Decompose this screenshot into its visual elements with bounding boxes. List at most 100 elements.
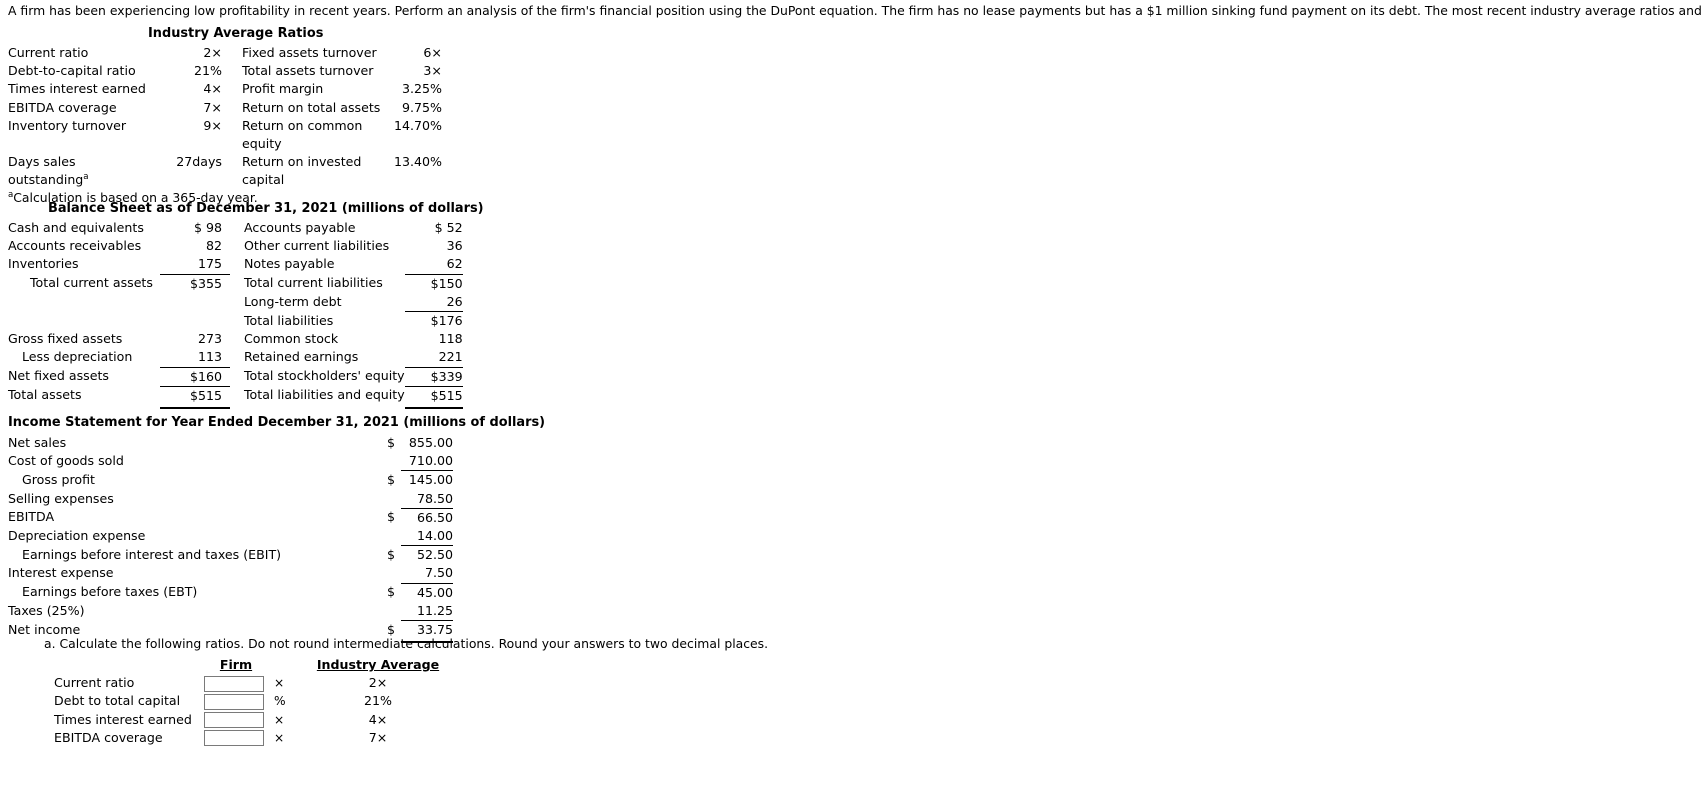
table-row: Inventories 175 Notes payable 62 xyxy=(8,255,463,275)
bs-label: Total stockholders' equity xyxy=(244,368,405,384)
is-label: Earnings before interest and taxes (EBIT… xyxy=(22,546,282,562)
ratio-label: Times interest earned xyxy=(8,81,146,97)
table-row: Net sales $ 855.00 xyxy=(8,434,453,452)
bs-value: 82 xyxy=(205,238,222,254)
is-currency xyxy=(387,490,401,509)
table-row: Depreciation expense 14.00 xyxy=(8,527,453,547)
unit-label: × xyxy=(274,676,285,691)
ratio-label: Fixed assets turnover xyxy=(242,45,377,60)
ratio-value: 3.25% xyxy=(401,81,442,97)
industry-average-value: 7× xyxy=(368,729,388,745)
answer-input-cell xyxy=(204,674,268,692)
bs-label: Notes payable xyxy=(244,256,335,272)
table-row: EBITDA coverage × 7× xyxy=(44,729,448,747)
ratio-label xyxy=(8,135,176,153)
table-row: Current ratio × 2× xyxy=(44,674,448,692)
unit-label: % xyxy=(274,694,286,709)
industry-average-value: 2× xyxy=(368,675,388,691)
bs-value: $ 52 xyxy=(434,220,463,235)
bs-value: $150 xyxy=(430,275,463,291)
industry-average-ratios-section: Industry Average Ratios Current ratio 2×… xyxy=(8,26,442,205)
column-header-firm: Firm xyxy=(219,657,253,672)
industry-average-value: 4× xyxy=(368,711,388,727)
bs-value: $339 xyxy=(404,367,463,387)
spacer-cell xyxy=(44,656,204,674)
is-currency xyxy=(387,564,401,583)
ratio-label: Return on total assets xyxy=(242,99,381,115)
part-a-answer-table: Firm Industry Average Current ratio × 2×… xyxy=(44,656,448,747)
table-row: Taxes (25%) 11.25 xyxy=(8,601,453,622)
bs-label: Inventories xyxy=(8,256,79,272)
is-value: 11.25 xyxy=(401,601,453,622)
table-row: Less depreciation 113 Retained earnings … xyxy=(8,348,463,368)
income-statement-section: Income Statement for Year Ended December… xyxy=(8,415,545,643)
table-row: Gross fixed assets 273 Common stock 118 xyxy=(8,330,463,348)
ratio-value: 27days xyxy=(176,154,222,170)
bs-label: Retained earnings xyxy=(244,349,359,365)
bs-label: Common stock xyxy=(244,331,339,347)
table-row: Cost of goods sold 710.00 xyxy=(8,452,453,472)
is-value: 45.00 xyxy=(416,584,453,600)
table-row: Long-term debt 26 xyxy=(8,292,463,313)
is-value: 145.00 xyxy=(408,472,453,488)
bs-label: Accounts payable xyxy=(244,220,356,235)
is-value: 7.50 xyxy=(401,564,453,584)
answer-row-label: Times interest earned xyxy=(54,711,192,727)
bs-label: Total assets xyxy=(8,387,82,403)
table-row: Earnings before taxes (EBT) $ 45.00 xyxy=(8,583,453,602)
is-label: Earnings before taxes (EBT) xyxy=(22,584,198,600)
debt-to-total-capital-input[interactable] xyxy=(204,693,264,710)
answer-input-cell xyxy=(204,729,268,747)
bs-label xyxy=(8,293,160,312)
income-statement-table: Net sales $ 855.00 Cost of goods sold 71… xyxy=(8,434,453,643)
ratio-value: 9.75% xyxy=(401,99,442,115)
bs-label: Total liabilities xyxy=(244,312,334,328)
bs-value: $ 98 xyxy=(193,220,222,235)
table-row: Total current assets $355 Total current … xyxy=(8,274,463,293)
bs-value: 26 xyxy=(404,292,463,313)
industry-average-ratios-table: Current ratio 2× Fixed assets turnover 6… xyxy=(8,44,442,190)
table-row: Times interest earned × 4× xyxy=(44,711,448,729)
bs-value: $515 xyxy=(160,386,230,409)
is-label: Selling expenses xyxy=(8,490,114,506)
is-label: Cost of goods sold xyxy=(8,453,124,469)
bs-label xyxy=(8,312,160,331)
ratio-value: 7× xyxy=(203,99,222,115)
bs-label: Net fixed assets xyxy=(8,368,109,384)
table-header-row: Firm Industry Average xyxy=(44,656,448,674)
is-value: 710.00 xyxy=(401,452,453,472)
table-row: Days sales 27days Return on invested 13.… xyxy=(8,153,442,171)
answer-row-label: Debt to total capital xyxy=(54,693,181,709)
ratio-value xyxy=(382,171,442,189)
table-row: Net fixed assets $160 Total stockholders… xyxy=(8,367,463,387)
is-currency: $ xyxy=(387,584,396,600)
part-a-prompt: a. Calculate the following ratios. Do no… xyxy=(44,636,769,651)
bs-value: 113 xyxy=(160,348,230,368)
current-ratio-input[interactable] xyxy=(204,675,264,692)
ebitda-coverage-input[interactable] xyxy=(204,730,264,747)
is-value: 78.50 xyxy=(401,489,453,509)
ratio-value xyxy=(176,135,228,153)
ratio-label: EBITDA coverage xyxy=(8,99,117,115)
ratio-label: Return on invested xyxy=(242,154,362,170)
ratio-value: 14.70% xyxy=(393,117,442,133)
bs-label: Gross fixed assets xyxy=(8,331,123,347)
balance-sheet-section: Balance Sheet as of December 31, 2021 (m… xyxy=(8,201,484,409)
industry-average-ratios-title: Industry Average Ratios xyxy=(148,26,324,41)
bs-value: $160 xyxy=(160,367,230,387)
is-value: 14.00 xyxy=(401,527,453,547)
times-interest-earned-input[interactable] xyxy=(204,712,264,729)
bs-label: Total liabilities and equity xyxy=(244,387,405,403)
ratio-label: Inventory turnover xyxy=(8,117,127,133)
table-row: EBITDA $ 66.50 xyxy=(8,508,453,527)
is-value: 52.50 xyxy=(416,547,453,563)
is-currency: $ xyxy=(387,546,396,562)
ratio-label: Profit margin xyxy=(242,81,324,97)
ratio-label: outstandinga xyxy=(8,171,176,189)
bs-value xyxy=(160,312,230,331)
table-row: Interest expense 7.50 xyxy=(8,564,453,584)
ratio-value: 3× xyxy=(423,63,442,79)
is-label: Depreciation expense xyxy=(8,528,146,544)
ratio-label: Current ratio xyxy=(8,45,89,60)
table-row: equity xyxy=(8,135,442,153)
